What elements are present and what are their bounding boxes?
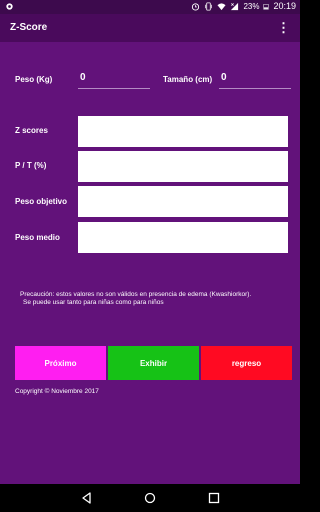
recents-nav-icon[interactable] — [207, 491, 221, 505]
pt-label: P / T (%) — [15, 161, 47, 170]
status-icons-right: 23% 20:19 — [191, 1, 296, 11]
zscores-output-field[interactable] — [78, 116, 288, 147]
back-button[interactable]: regreso — [201, 346, 292, 380]
weight-input[interactable]: 0 — [78, 69, 150, 89]
usage-text: Se puede usar tanto para niñas como para… — [23, 299, 164, 306]
weight-label: Peso (Kg) — [15, 75, 53, 84]
status-icons-left — [5, 2, 14, 13]
avg-weight-label: Peso medio — [15, 233, 60, 242]
back-nav-icon[interactable] — [80, 491, 94, 505]
main-content: Peso (Kg) 0 Tamaño (cm) 0 Z scores P / T… — [0, 42, 300, 484]
clock: 20:19 — [273, 1, 296, 11]
alarm-icon — [192, 2, 200, 11]
home-nav-icon[interactable] — [143, 491, 157, 505]
caution-text: Precaución: estos valores no son válidos… — [20, 291, 252, 298]
overflow-menu-icon[interactable]: ⋮ — [277, 21, 290, 34]
battery-icon — [263, 3, 270, 9]
app-title: Z-Score — [10, 22, 48, 33]
target-weight-label: Peso objetivo — [15, 197, 68, 206]
height-label: Tamaño (cm) — [163, 75, 213, 84]
signal-x-icon — [231, 2, 239, 10]
show-button[interactable]: Exhibir — [108, 346, 199, 380]
battery-percent: 23% — [243, 1, 260, 11]
caution-note: Precaución: estos valores no son válidos… — [20, 291, 290, 307]
height-input[interactable]: 0 — [219, 69, 291, 89]
vibrate-icon — [205, 1, 213, 11]
status-bar: 23% 20:19 — [0, 0, 300, 14]
avg-weight-output-field[interactable] — [78, 222, 288, 253]
next-button[interactable]: Próximo — [15, 346, 106, 380]
target-weight-output-field[interactable] — [78, 186, 288, 217]
wifi-icon — [217, 2, 227, 10]
app-bar: Z-Score ⋮ — [0, 14, 300, 42]
zscores-label: Z scores — [15, 126, 48, 135]
app-notification-icon — [6, 3, 13, 10]
copyright-text: Copyright © Noviembre 2017 — [15, 388, 99, 395]
navigation-bar — [0, 484, 300, 512]
pt-output-field[interactable] — [78, 151, 288, 182]
